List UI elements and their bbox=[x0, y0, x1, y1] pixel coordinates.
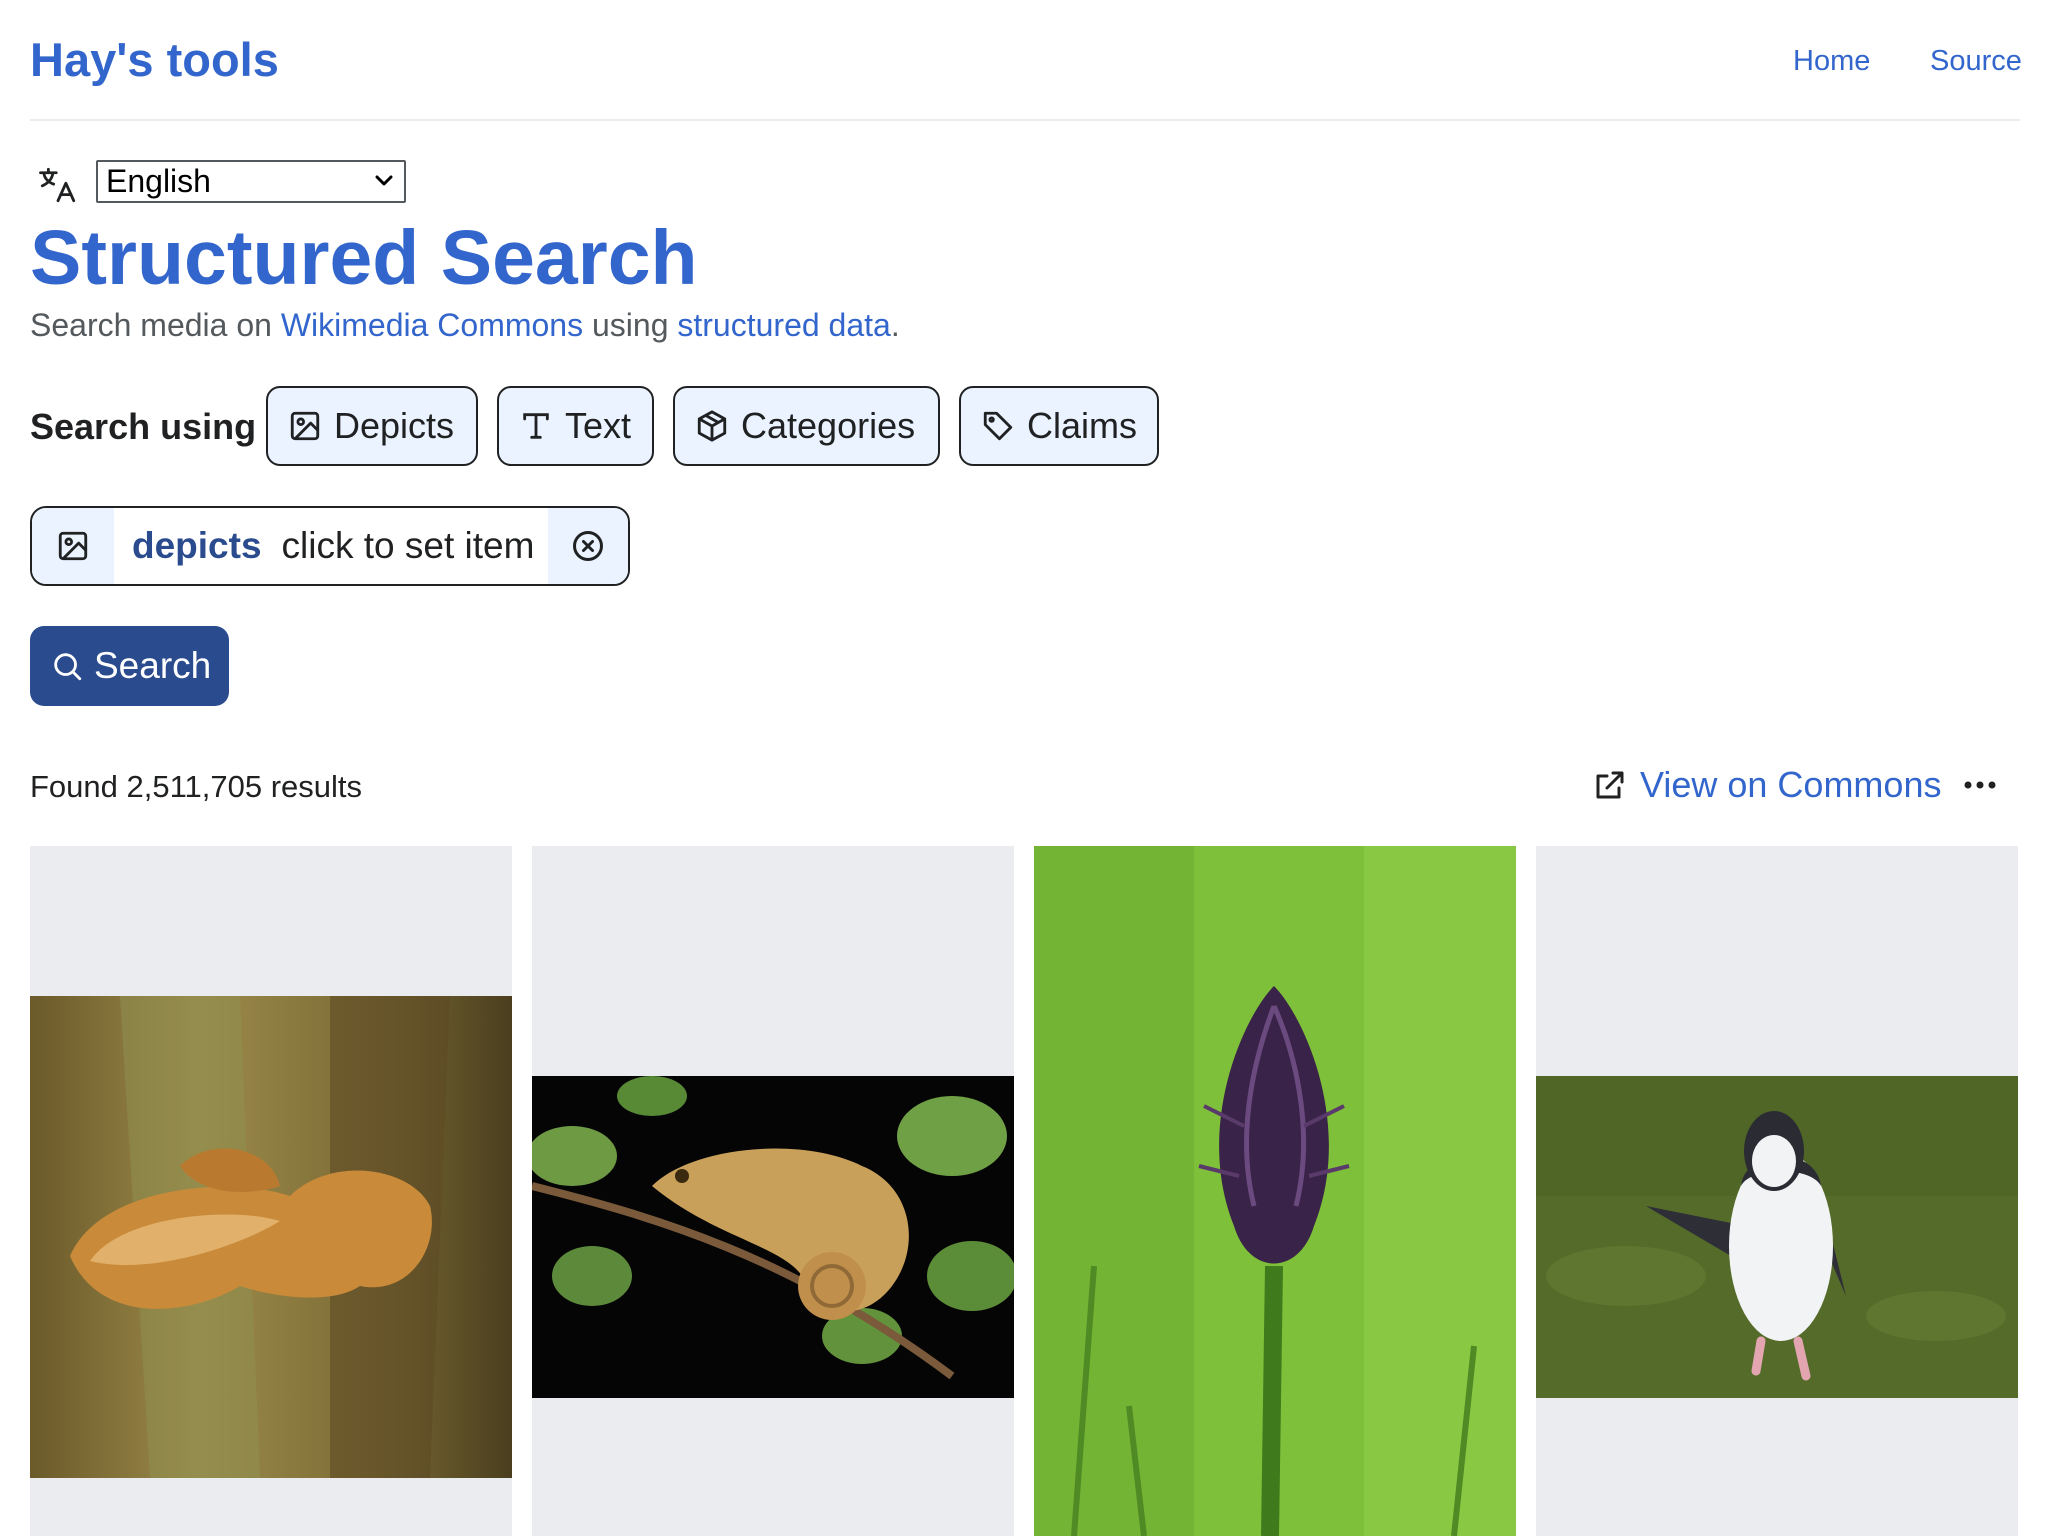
filter-set-item[interactable]: depicts click to set item bbox=[114, 508, 548, 584]
depicts-filter: depicts click to set item bbox=[30, 506, 630, 586]
view-on-commons-label: View on Commons bbox=[1640, 764, 1942, 805]
depicts-button-label: Depicts bbox=[334, 405, 455, 446]
filter-remove-button[interactable] bbox=[548, 508, 628, 584]
filter-property: depicts bbox=[132, 525, 262, 566]
depicts-button[interactable]: Depicts bbox=[266, 386, 478, 466]
close-circle-icon bbox=[573, 531, 603, 561]
claims-button-label: Claims bbox=[1027, 405, 1138, 446]
categories-button[interactable]: Categories bbox=[673, 386, 940, 466]
view-on-commons-link[interactable]: View on Commons bbox=[1592, 762, 1941, 808]
structured-data-link[interactable]: structured data bbox=[677, 307, 890, 343]
cube-icon bbox=[697, 410, 727, 442]
page-title: Structured Search bbox=[30, 215, 698, 301]
result-thumbnail-penguin[interactable] bbox=[1536, 846, 2018, 1536]
search-using-label: Search using bbox=[30, 406, 257, 447]
more-icon[interactable] bbox=[1960, 770, 2000, 800]
categories-button-label: Categories bbox=[741, 405, 916, 446]
tag-icon bbox=[983, 411, 1013, 441]
chameleon-image bbox=[532, 1076, 1014, 1398]
result-thumbnail-fungus[interactable] bbox=[30, 846, 512, 1536]
search-icon bbox=[54, 653, 82, 681]
flower-image bbox=[1034, 846, 1516, 1536]
chevron-down-icon bbox=[375, 175, 393, 186]
text-icon bbox=[523, 413, 549, 439]
filter-type-cell bbox=[32, 508, 114, 584]
nav-source-link[interactable]: Source bbox=[1930, 43, 2022, 79]
top-navbar: Hay's tools Home Source bbox=[30, 0, 2022, 121]
site-title-link[interactable]: Hay's tools bbox=[30, 32, 279, 88]
subtitle-middle: using bbox=[583, 307, 678, 343]
subtitle-suffix: . bbox=[890, 307, 900, 343]
fungus-image bbox=[30, 996, 512, 1478]
penguin-image bbox=[1536, 1076, 2018, 1398]
image-icon bbox=[58, 531, 88, 561]
claims-button[interactable]: Claims bbox=[959, 386, 1159, 466]
text-button-label: Text bbox=[565, 405, 632, 446]
result-thumbnail-chameleon[interactable] bbox=[532, 846, 1014, 1536]
search-button[interactable]: Search bbox=[30, 626, 229, 706]
results-count: Found 2,511,705 results bbox=[30, 769, 363, 804]
nav-home-link[interactable]: Home bbox=[1793, 43, 1870, 79]
language-selected-value: English bbox=[106, 163, 211, 199]
image-icon bbox=[290, 411, 320, 441]
page-subtitle: Search media on Wikimedia Commons using … bbox=[30, 305, 900, 345]
result-thumbnail-flower[interactable] bbox=[1034, 846, 1516, 1536]
text-button[interactable]: Text bbox=[497, 386, 654, 466]
search-button-label: Search bbox=[94, 645, 212, 686]
subtitle-prefix: Search media on bbox=[30, 307, 281, 343]
language-select[interactable]: English bbox=[96, 160, 406, 203]
wikimedia-commons-link[interactable]: Wikimedia Commons bbox=[281, 307, 583, 343]
translate-icon bbox=[39, 167, 76, 203]
external-link-icon bbox=[1596, 771, 1624, 799]
filter-value: click to set item bbox=[281, 525, 535, 566]
